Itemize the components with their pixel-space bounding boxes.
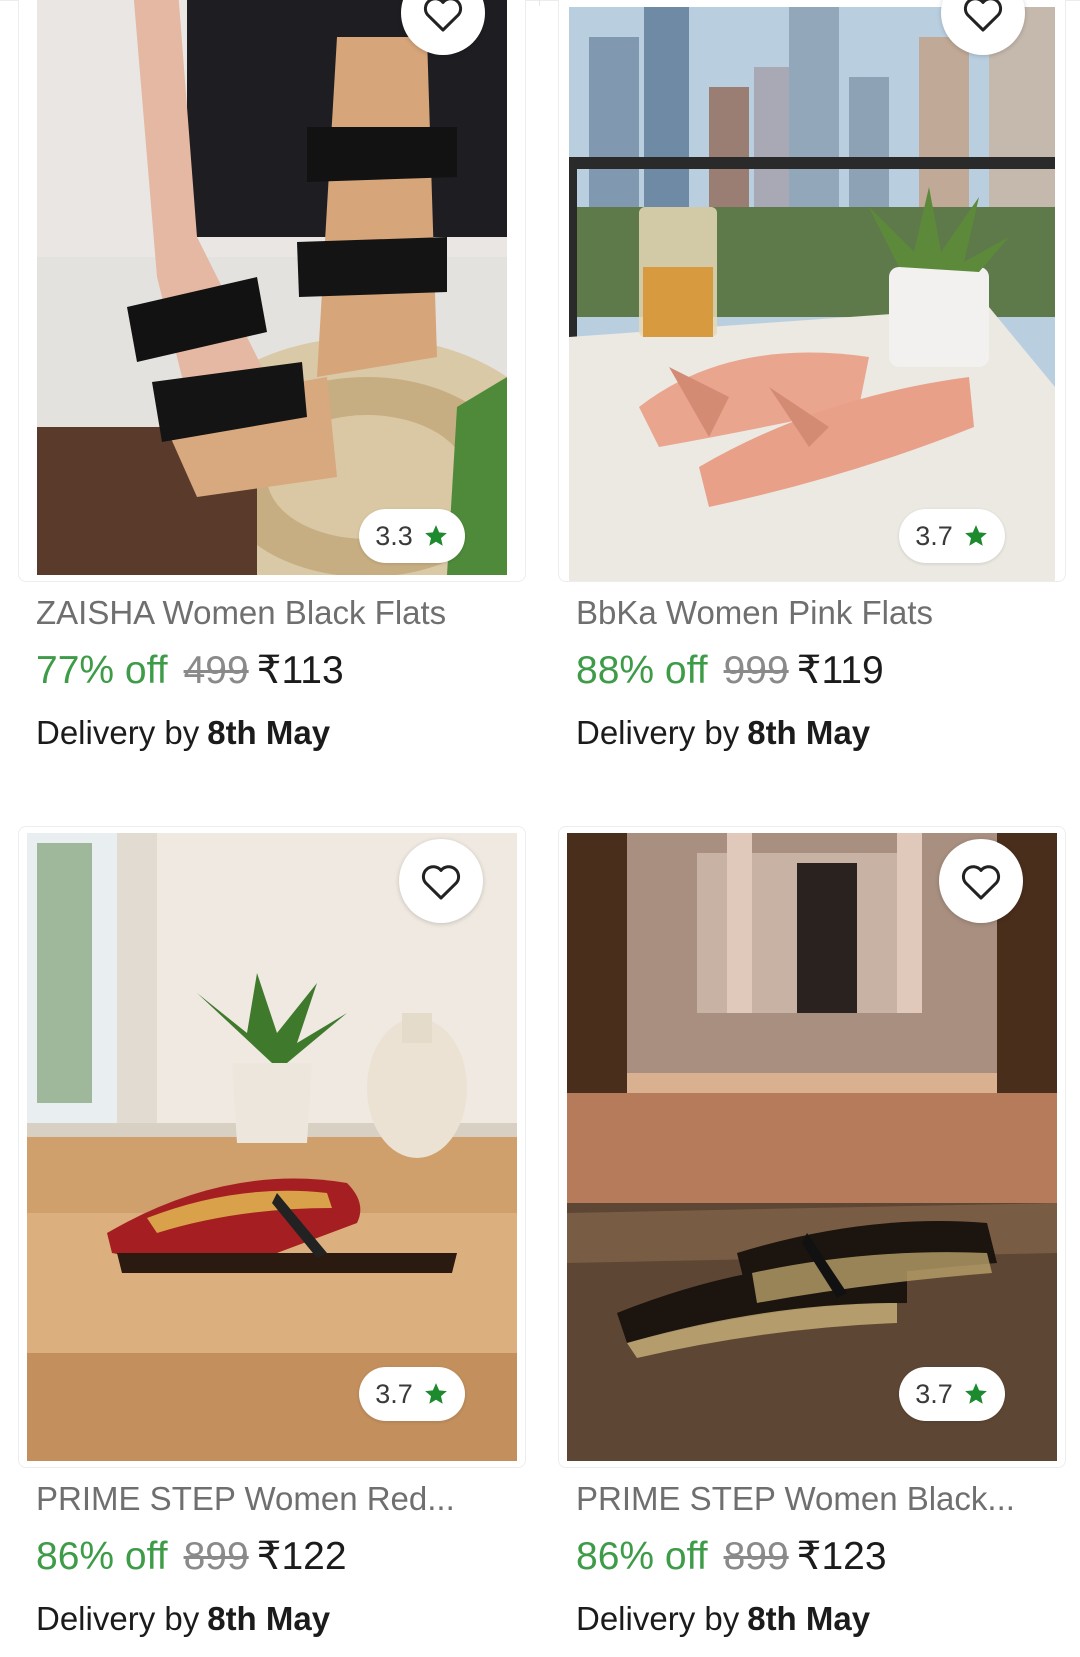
heart-outline-icon — [963, 0, 1003, 32]
column-divider — [539, 0, 540, 6]
star-icon — [963, 523, 989, 549]
star-icon — [963, 1381, 989, 1407]
discount-text: 86% off — [36, 1535, 168, 1578]
delivery-label: Delivery by — [576, 714, 740, 751]
product-title[interactable]: BbKa Women Pink Flats — [576, 594, 1056, 632]
product-image — [37, 0, 507, 575]
discount-text: 88% off — [576, 649, 708, 692]
product-card[interactable]: 3.7 BbKa Women Pink Flats 88% off 999 ₹119… — [558, 0, 1066, 790]
discount-text: 86% off — [576, 1535, 708, 1578]
delivery-date: 8th May — [747, 1600, 871, 1637]
selling-price: ₹122 — [256, 1535, 347, 1578]
product-image-frame[interactable]: 3.3 — [18, 0, 526, 582]
rating-badge: 3.7 — [899, 509, 1005, 563]
original-price: 999 — [723, 649, 789, 692]
heart-outline-icon — [421, 865, 461, 900]
rating-value: 3.3 — [375, 520, 413, 551]
delivery-info: Delivery by 8th May — [36, 714, 330, 752]
product-title[interactable]: PRIME STEP Women Red... — [36, 1480, 516, 1518]
wishlist-button[interactable] — [399, 839, 483, 923]
wishlist-button[interactable] — [939, 839, 1023, 923]
rating-value: 3.7 — [915, 1378, 953, 1409]
rating-badge: 3.7 — [899, 1367, 1005, 1421]
rating-value: 3.7 — [375, 1378, 413, 1409]
product-title[interactable]: ZAISHA Women Black Flats — [36, 594, 516, 632]
delivery-label: Delivery by — [576, 1600, 740, 1637]
price-row: 77% off 499 ₹113 — [36, 648, 344, 693]
star-icon — [423, 523, 449, 549]
price-row: 88% off 999 ₹119 — [576, 648, 884, 693]
heart-outline-icon — [423, 0, 463, 32]
discount-text: 77% off — [36, 649, 168, 692]
delivery-date: 8th May — [207, 714, 331, 751]
rating-badge: 3.7 — [359, 1367, 465, 1421]
original-price: 899 — [183, 1535, 249, 1578]
product-card[interactable]: 3.7 PRIME STEP Women Red... 86% off 899 ₹1… — [18, 826, 526, 1656]
product-card[interactable]: 3.7 PRIME STEP Women Black... 86% off 899… — [558, 826, 1066, 1656]
rating-value: 3.7 — [915, 520, 953, 551]
product-image-frame[interactable]: 3.7 — [558, 0, 1066, 582]
star-icon — [423, 1381, 449, 1407]
selling-price: ₹123 — [796, 1535, 887, 1578]
delivery-info: Delivery by 8th May — [576, 714, 870, 752]
delivery-info: Delivery by 8th May — [36, 1600, 330, 1638]
delivery-date: 8th May — [747, 714, 871, 751]
selling-price: ₹119 — [796, 649, 884, 692]
delivery-date: 8th May — [207, 1600, 331, 1637]
original-price: 499 — [183, 649, 249, 692]
product-image-frame[interactable]: 3.7 — [18, 826, 526, 1468]
rating-badge: 3.3 — [359, 509, 465, 563]
price-row: 86% off 899 ₹123 — [576, 1534, 887, 1579]
delivery-info: Delivery by 8th May — [576, 1600, 870, 1638]
product-image — [569, 7, 1055, 581]
product-card[interactable]: 3.3 ZAISHA Women Black Flats 77% off 499 ₹… — [18, 0, 526, 790]
delivery-label: Delivery by — [36, 1600, 200, 1637]
product-title[interactable]: PRIME STEP Women Black... — [576, 1480, 1056, 1518]
original-price: 899 — [723, 1535, 789, 1578]
heart-outline-icon — [961, 865, 1001, 900]
price-row: 86% off 899 ₹122 — [36, 1534, 347, 1579]
delivery-label: Delivery by — [36, 714, 200, 751]
selling-price: ₹113 — [256, 649, 344, 692]
product-image-frame[interactable]: 3.7 — [558, 826, 1066, 1468]
